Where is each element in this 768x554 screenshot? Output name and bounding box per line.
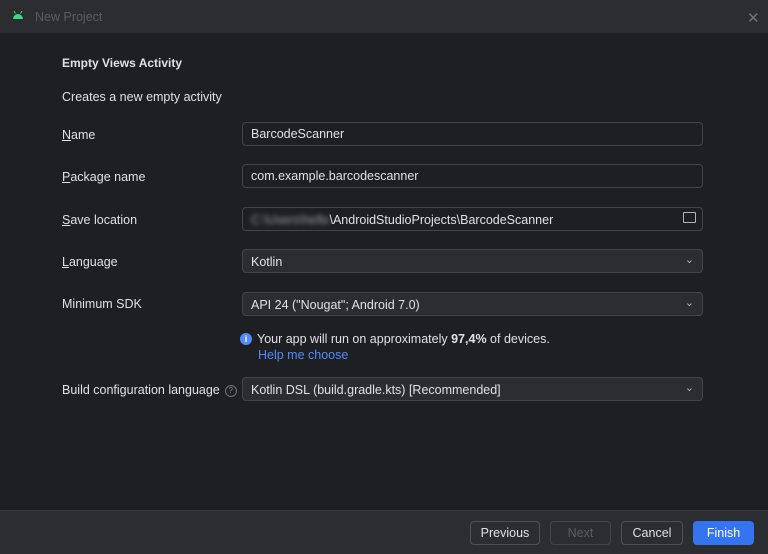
build-config-select[interactable]: Kotlin DSL (build.gradle.kts) [Recommend… bbox=[242, 377, 703, 401]
package-name-label: Package name bbox=[62, 170, 146, 184]
build-config-label: Build configuration language? bbox=[62, 383, 237, 397]
folder-icon[interactable] bbox=[683, 212, 696, 223]
android-icon bbox=[13, 11, 23, 19]
name-input[interactable] bbox=[242, 122, 703, 146]
title-bar: New Project ✕ bbox=[0, 0, 768, 34]
cancel-button[interactable]: Cancel bbox=[621, 521, 683, 545]
close-icon[interactable]: ✕ bbox=[747, 9, 760, 27]
sdk-info: i Your app will run on approximately 97,… bbox=[240, 332, 550, 346]
save-location-input[interactable]: C:\Users\hello\AndroidStudioProjects\Bar… bbox=[242, 207, 703, 231]
help-me-choose-link[interactable]: Help me choose bbox=[258, 348, 348, 362]
package-name-input[interactable] bbox=[242, 164, 703, 188]
language-select[interactable]: Kotlin ⌄ bbox=[242, 249, 703, 273]
next-button[interactable]: Next bbox=[550, 521, 611, 545]
help-icon[interactable]: ? bbox=[224, 385, 237, 397]
template-description: Creates a new empty activity bbox=[62, 90, 222, 104]
previous-button[interactable]: Previous bbox=[470, 521, 540, 545]
blurred-path: C:\Users\hello bbox=[251, 213, 330, 227]
save-location-label: Save location bbox=[62, 213, 138, 227]
template-title: Empty Views Activity bbox=[62, 56, 183, 70]
info-icon: i bbox=[240, 333, 252, 345]
minimum-sdk-select[interactable]: API 24 ("Nougat"; Android 7.0) ⌄ bbox=[242, 292, 703, 316]
chevron-down-icon: ⌄ bbox=[684, 382, 694, 394]
chevron-down-icon: ⌄ bbox=[684, 254, 694, 266]
footer: Previous Next Cancel Finish bbox=[0, 510, 768, 554]
name-label: Name bbox=[62, 128, 96, 142]
chevron-down-icon: ⌄ bbox=[684, 297, 694, 309]
language-label: Language bbox=[62, 255, 118, 269]
window-title: New Project bbox=[35, 10, 103, 24]
finish-button[interactable]: Finish bbox=[693, 521, 754, 545]
minimum-sdk-label: Minimum SDK bbox=[62, 297, 142, 311]
